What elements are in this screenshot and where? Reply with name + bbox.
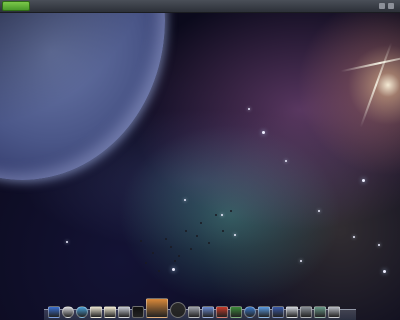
star: [383, 270, 386, 273]
chat-icon[interactable]: [258, 306, 270, 318]
tree-icon[interactable]: [230, 306, 242, 318]
star-flare: [340, 53, 400, 73]
star-flare-vertical: [359, 42, 393, 128]
dock-items: [48, 298, 340, 318]
star: [285, 160, 287, 162]
calendar-icon[interactable]: [90, 306, 102, 318]
camera-icon[interactable]: [300, 306, 312, 318]
terminal-icon[interactable]: [132, 306, 144, 318]
photo-icon[interactable]: [146, 298, 168, 318]
moon-icon[interactable]: [202, 306, 214, 318]
star: [362, 179, 365, 182]
planet-shadow: [0, 0, 165, 180]
volume-icon[interactable]: [379, 3, 385, 9]
mail-icon[interactable]: [118, 306, 130, 318]
globe-icon[interactable]: [244, 306, 256, 318]
star: [318, 210, 320, 212]
dvd-icon[interactable]: [170, 302, 186, 318]
star: [300, 260, 302, 262]
applications-menu-button[interactable]: [2, 1, 30, 11]
finder-icon[interactable]: [48, 306, 60, 318]
dashboard-icon[interactable]: [272, 306, 284, 318]
star: [353, 236, 355, 238]
apps-icon[interactable]: [286, 306, 298, 318]
star: [66, 241, 68, 243]
trash-icon[interactable]: [328, 306, 340, 318]
notes-icon[interactable]: [104, 306, 116, 318]
star: [262, 131, 265, 134]
asteroid-field: [130, 200, 260, 280]
network-icon[interactable]: [314, 306, 326, 318]
network-status-icon[interactable]: [388, 3, 394, 9]
desktop-wallpaper: [0, 0, 400, 320]
star: [378, 244, 380, 246]
red-app-icon[interactable]: [216, 306, 228, 318]
top-panel: [0, 0, 400, 13]
dock: [44, 296, 356, 320]
settings-icon[interactable]: [188, 306, 200, 318]
clock-icon[interactable]: [62, 306, 74, 318]
system-tray: [379, 1, 397, 11]
star: [248, 108, 250, 110]
compass-icon[interactable]: [76, 306, 88, 318]
